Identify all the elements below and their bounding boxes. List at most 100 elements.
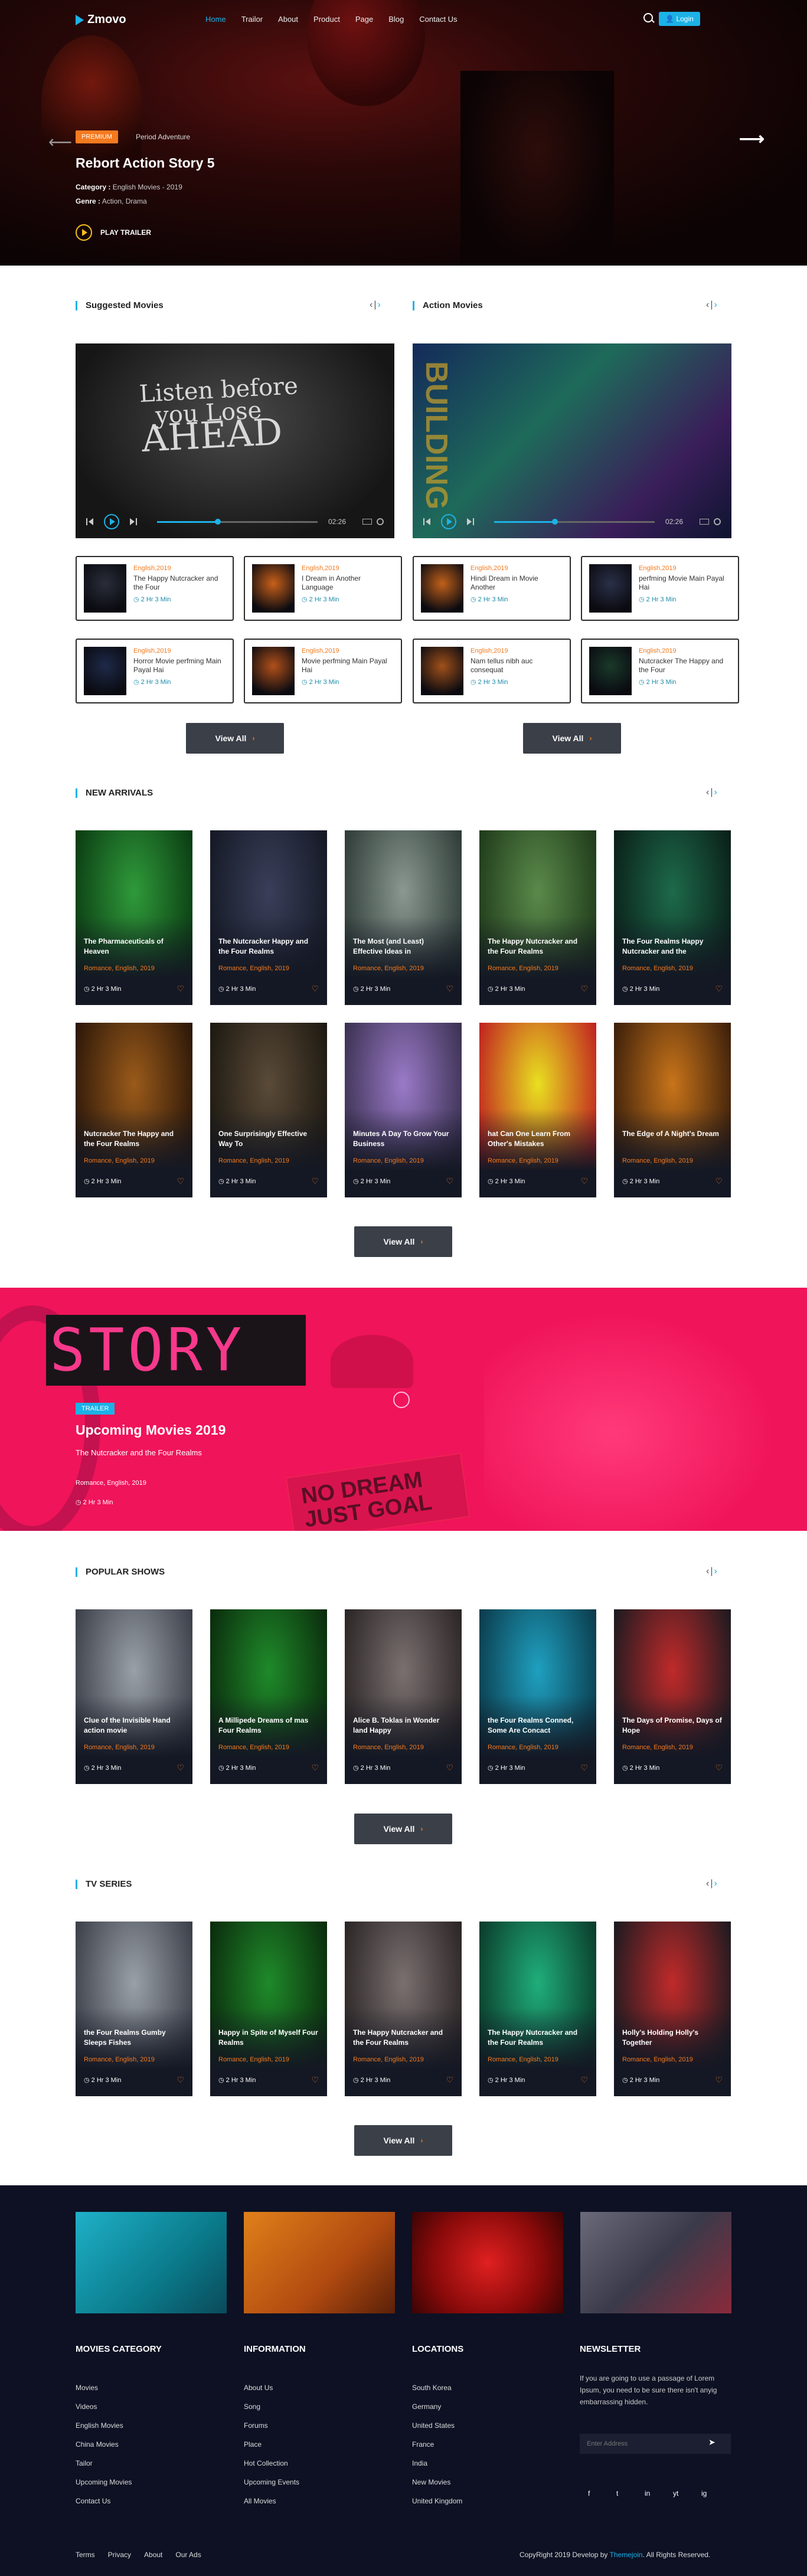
heart-icon[interactable]: ♡ [311, 1176, 319, 1186]
movie-card[interactable]: One Surprisingly Effective Way To Romance… [210, 1023, 327, 1197]
heart-icon[interactable]: ♡ [715, 2075, 723, 2085]
heart-icon[interactable]: ♡ [311, 2075, 319, 2085]
footer-image-1[interactable] [76, 2212, 227, 2313]
heart-icon[interactable]: ♡ [177, 1763, 184, 1773]
footer-link[interactable]: Hot Collection [244, 2454, 299, 2473]
movie-title[interactable]: The Happy Nutcracker and the Four Realms [488, 2028, 588, 2048]
movie-title[interactable]: Nutcracker The Happy and the Four Realms [84, 1129, 184, 1149]
social-yt-icon[interactable]: yt [673, 2489, 678, 2498]
movie-card-small[interactable]: English,2019 Hindi Dream in Movie Another… [413, 556, 571, 621]
play-trailer-button[interactable]: PLAY TRAILER [76, 224, 151, 241]
movie-title[interactable]: Holly's Holding Holly's Together [622, 2028, 723, 2048]
movie-title[interactable]: Alice B. Toklas in Wonder land Happy [353, 1716, 453, 1736]
heart-icon[interactable]: ♡ [715, 1763, 723, 1773]
movie-card[interactable]: Nutcracker The Happy and the Four Realms… [76, 1023, 192, 1197]
footer-bottom-link[interactable]: About [144, 2551, 162, 2559]
movie-name[interactable]: Movie perfming Main Payal Hai [302, 657, 394, 675]
footer-link[interactable]: Song [244, 2397, 299, 2416]
heart-icon[interactable]: ♡ [177, 984, 184, 994]
movie-title[interactable]: The Edge of A Night's Dream [622, 1129, 723, 1139]
footer-bottom-link[interactable]: Privacy [108, 2551, 131, 2559]
movie-name[interactable]: I Dream in Another Language [302, 574, 394, 592]
footer-link[interactable]: United States [412, 2416, 462, 2435]
heart-icon[interactable]: ♡ [311, 984, 319, 994]
nav-item-about[interactable]: About [278, 15, 298, 24]
social-in-icon[interactable]: in [645, 2489, 650, 2498]
suggested-video-player[interactable]: Listen before you Lose AHEAD 02:26 [76, 343, 394, 538]
heart-icon[interactable]: ♡ [580, 2075, 588, 2085]
footer-link[interactable]: Contact Us [76, 2492, 132, 2510]
prev-track-icon[interactable] [86, 518, 94, 525]
movie-title[interactable]: One Surprisingly Effective Way To [218, 1129, 319, 1149]
movie-card-small[interactable]: English,2019 I Dream in Another Language ◷… [244, 556, 402, 621]
movie-card[interactable]: The Four Realms Happy Nutcracker and the… [614, 830, 731, 1005]
nav-item-contact-us[interactable]: Contact Us [419, 15, 457, 24]
movie-title[interactable]: The Days of Promise, Days of Hope [622, 1716, 723, 1736]
movie-title[interactable]: Clue of the Invisible Hand action movie [84, 1716, 184, 1736]
band-play-icon[interactable] [393, 1392, 410, 1408]
tv-series-view-all-button[interactable]: View All › [354, 2125, 452, 2156]
movie-card[interactable]: The Happy Nutcracker and the Four Realms… [345, 1922, 462, 2096]
prev-track-icon[interactable] [423, 518, 432, 525]
movie-title[interactable]: The Happy Nutcracker and the Four Realms [488, 937, 588, 957]
footer-link[interactable]: Videos [76, 2397, 132, 2416]
nav-item-home[interactable]: Home [205, 15, 226, 24]
social-ig-icon[interactable]: ig [701, 2489, 707, 2498]
progress-bar[interactable] [494, 518, 655, 525]
footer-image-3[interactable] [412, 2212, 563, 2313]
movie-card[interactable]: The Days of Promise, Days of Hope Romance… [614, 1609, 731, 1784]
footer-link[interactable]: New Movies [412, 2473, 462, 2492]
footer-link[interactable]: France [412, 2435, 462, 2454]
nav-item-product[interactable]: Product [313, 15, 340, 24]
heart-icon[interactable]: ♡ [446, 984, 453, 994]
footer-link[interactable]: United Kingdom [412, 2492, 462, 2510]
movie-name[interactable]: Horror Movie perfming Main Payal Hai [133, 657, 226, 675]
play-icon[interactable] [104, 514, 119, 529]
movie-card[interactable]: the Four Realms Gumby Sleeps Fishes Roman… [76, 1922, 192, 2096]
volume-icon[interactable] [700, 519, 709, 525]
footer-link[interactable]: Movies [76, 2378, 132, 2397]
popular-view-all-button[interactable]: View All › [354, 1814, 452, 1844]
new-arrivals-view-all-button[interactable]: View All › [354, 1226, 452, 1257]
action-view-all-button[interactable]: View All › [523, 723, 621, 754]
volume-icon[interactable] [362, 519, 372, 525]
footer-link[interactable]: Upcoming Movies [76, 2473, 132, 2492]
movie-card-small[interactable]: English,2019 Nutcracker The Happy and the… [581, 639, 739, 703]
movie-card[interactable]: The Pharmaceuticals of Heaven Romance, En… [76, 830, 192, 1005]
movie-card[interactable]: Holly's Holding Holly's Together Romance,… [614, 1922, 731, 2096]
movie-title[interactable]: A Millipede Dreams of mas Four Realms [218, 1716, 319, 1736]
movie-card[interactable]: hat Can One Learn From Other's Mistakes R… [479, 1023, 596, 1197]
movie-card[interactable]: Happy in Spite of Myself Four Realms Roma… [210, 1922, 327, 2096]
movie-card[interactable]: The Edge of A Night's Dream Romance, Engl… [614, 1023, 731, 1197]
movie-card[interactable]: Alice B. Toklas in Wonder land Happy Roma… [345, 1609, 462, 1784]
heart-icon[interactable]: ♡ [446, 2075, 453, 2085]
next-track-icon[interactable] [129, 518, 137, 525]
send-icon[interactable]: ➤ [708, 2437, 715, 2447]
movie-title[interactable]: The Happy Nutcracker and the Four Realms [353, 2028, 453, 2048]
movie-card[interactable]: The Happy Nutcracker and the Four Realms… [479, 830, 596, 1005]
search-icon[interactable] [643, 13, 653, 22]
footer-link[interactable]: Upcoming Events [244, 2473, 299, 2492]
suggested-arrows[interactable]: ‹|› [370, 300, 382, 310]
action-arrows[interactable]: ‹|› [706, 300, 718, 310]
footer-link[interactable]: Germany [412, 2397, 462, 2416]
suggested-view-all-button[interactable]: View All › [186, 723, 284, 754]
movie-title[interactable]: The Nutcracker Happy and the Four Realms [218, 937, 319, 957]
heart-icon[interactable]: ♡ [580, 1763, 588, 1773]
movie-name[interactable]: Nam tellus nibh auc consequat [471, 657, 563, 675]
movie-title[interactable]: Minutes A Day To Grow Your Business [353, 1129, 453, 1149]
footer-link[interactable]: All Movies [244, 2492, 299, 2510]
logo[interactable]: Zmovo [76, 13, 126, 27]
movie-title[interactable]: Happy in Spite of Myself Four Realms [218, 2028, 319, 2048]
hero-next-arrow-icon[interactable]: ⟶ [739, 129, 764, 149]
footer-link[interactable]: Place [244, 2435, 299, 2454]
heart-icon[interactable]: ♡ [177, 1176, 184, 1186]
movie-card[interactable]: Minutes A Day To Grow Your Business Roman… [345, 1023, 462, 1197]
footer-link[interactable]: Forums [244, 2416, 299, 2435]
heart-icon[interactable]: ♡ [715, 984, 723, 994]
footer-link[interactable]: Tailor [76, 2454, 132, 2473]
movie-card[interactable]: The Nutcracker Happy and the Four Realms… [210, 830, 327, 1005]
heart-icon[interactable]: ♡ [446, 1176, 453, 1186]
progress-bar[interactable] [157, 518, 318, 525]
hero-prev-arrow-icon[interactable]: ⟵ [48, 132, 72, 152]
